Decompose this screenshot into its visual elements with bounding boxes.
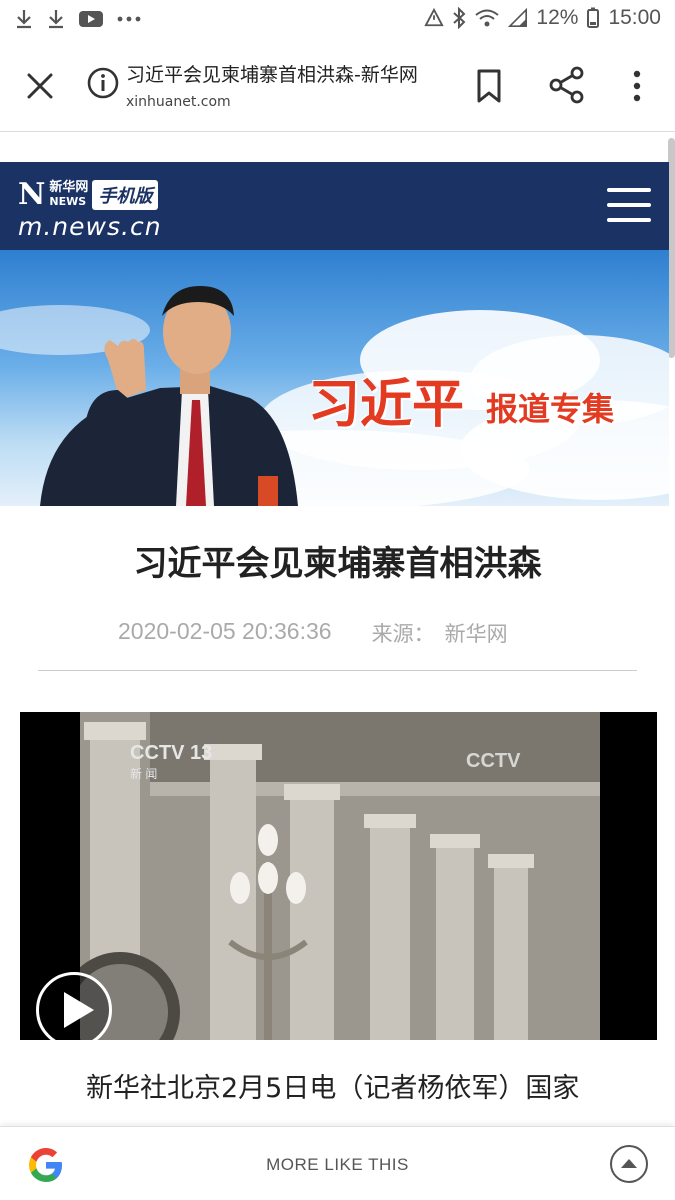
data-saver-icon: [424, 7, 445, 27]
play-icon: [64, 992, 94, 1028]
clock: 15:00: [608, 6, 661, 29]
logo-badge: 手机版: [92, 180, 159, 210]
article-source: 来源： 新华网: [372, 618, 508, 648]
bookmark-icon[interactable]: [472, 68, 506, 104]
banner-headline-sub: 报道专集: [486, 390, 615, 428]
logo-url: m.news.cn: [18, 212, 162, 241]
share-icon[interactable]: [548, 66, 586, 104]
site-header: N 新华网 NEWS 手机版 m.news.cn: [0, 162, 669, 250]
banner-headline-main: 习近平: [308, 375, 465, 435]
download-icon: [17, 10, 31, 29]
more-like-this-bar[interactable]: MORE LIKE THIS: [0, 1126, 675, 1200]
video-player[interactable]: CCTV 13 新 闻 CCTV: [20, 712, 657, 1040]
more-icon: [117, 16, 141, 22]
logo-wordmark: 新华网 NEWS: [49, 181, 88, 209]
play-button[interactable]: [36, 972, 112, 1040]
battery-percent: 12%: [536, 6, 579, 29]
article-lead-paragraph: 新华社北京2月5日电（记者杨依军）国家: [86, 1073, 580, 1104]
signal-icon: [508, 7, 528, 27]
channel-logo-text: CCTV 13: [130, 742, 213, 764]
site-logo[interactable]: N 新华网 NEWS 手机版 m.news.cn: [18, 177, 162, 242]
more-like-this-label[interactable]: MORE LIKE THIS: [0, 1155, 675, 1175]
close-icon[interactable]: [20, 66, 60, 106]
overflow-menu-icon[interactable]: [626, 68, 648, 104]
article-meta: 2020-02-05 20:36:36 来源： 新华网: [118, 618, 508, 648]
logo-letters: NEWS: [49, 195, 87, 208]
topic-banner[interactable]: 习近平 报道专集: [0, 250, 669, 506]
article-divider: [38, 670, 637, 671]
battery-icon: [587, 7, 600, 28]
status-bar: 12% 15:00: [0, 0, 675, 40]
expand-up-button[interactable]: [610, 1145, 648, 1183]
status-bar-notifications: [14, 8, 142, 30]
article-datetime: 2020-02-05 20:36:36: [118, 618, 332, 644]
logo-chinese: 新华网: [49, 180, 89, 195]
wifi-icon: [475, 9, 500, 27]
article-title: 习近平会见柬埔寨首相洪森: [133, 544, 542, 584]
page-title: 习近平会见柬埔寨首相洪森-新华网: [126, 64, 418, 86]
browser-toolbar: 习近平会见柬埔寨首相洪森-新华网 xinhuanet.com: [0, 40, 675, 132]
hamburger-menu-icon[interactable]: [607, 188, 651, 224]
youtube-icon: [79, 11, 103, 27]
channel-logo: CCTV 13 新 闻: [130, 742, 212, 782]
article-source-label: 来源：: [371, 622, 435, 646]
logo-letter-n: N: [18, 177, 46, 212]
chevron-up-icon: [621, 1159, 637, 1168]
page-scrollbar[interactable]: [668, 138, 675, 358]
status-bar-system: 12% 15:00: [424, 6, 661, 30]
channel-watermark: CCTV: [466, 750, 521, 772]
bluetooth-icon: [453, 7, 466, 29]
channel-logo-sub: 新 闻: [130, 767, 158, 781]
download-icon: [49, 10, 63, 29]
article-source-value: 新华网: [444, 622, 508, 646]
page-url[interactable]: xinhuanet.com: [126, 94, 231, 110]
info-icon[interactable]: [86, 66, 120, 100]
